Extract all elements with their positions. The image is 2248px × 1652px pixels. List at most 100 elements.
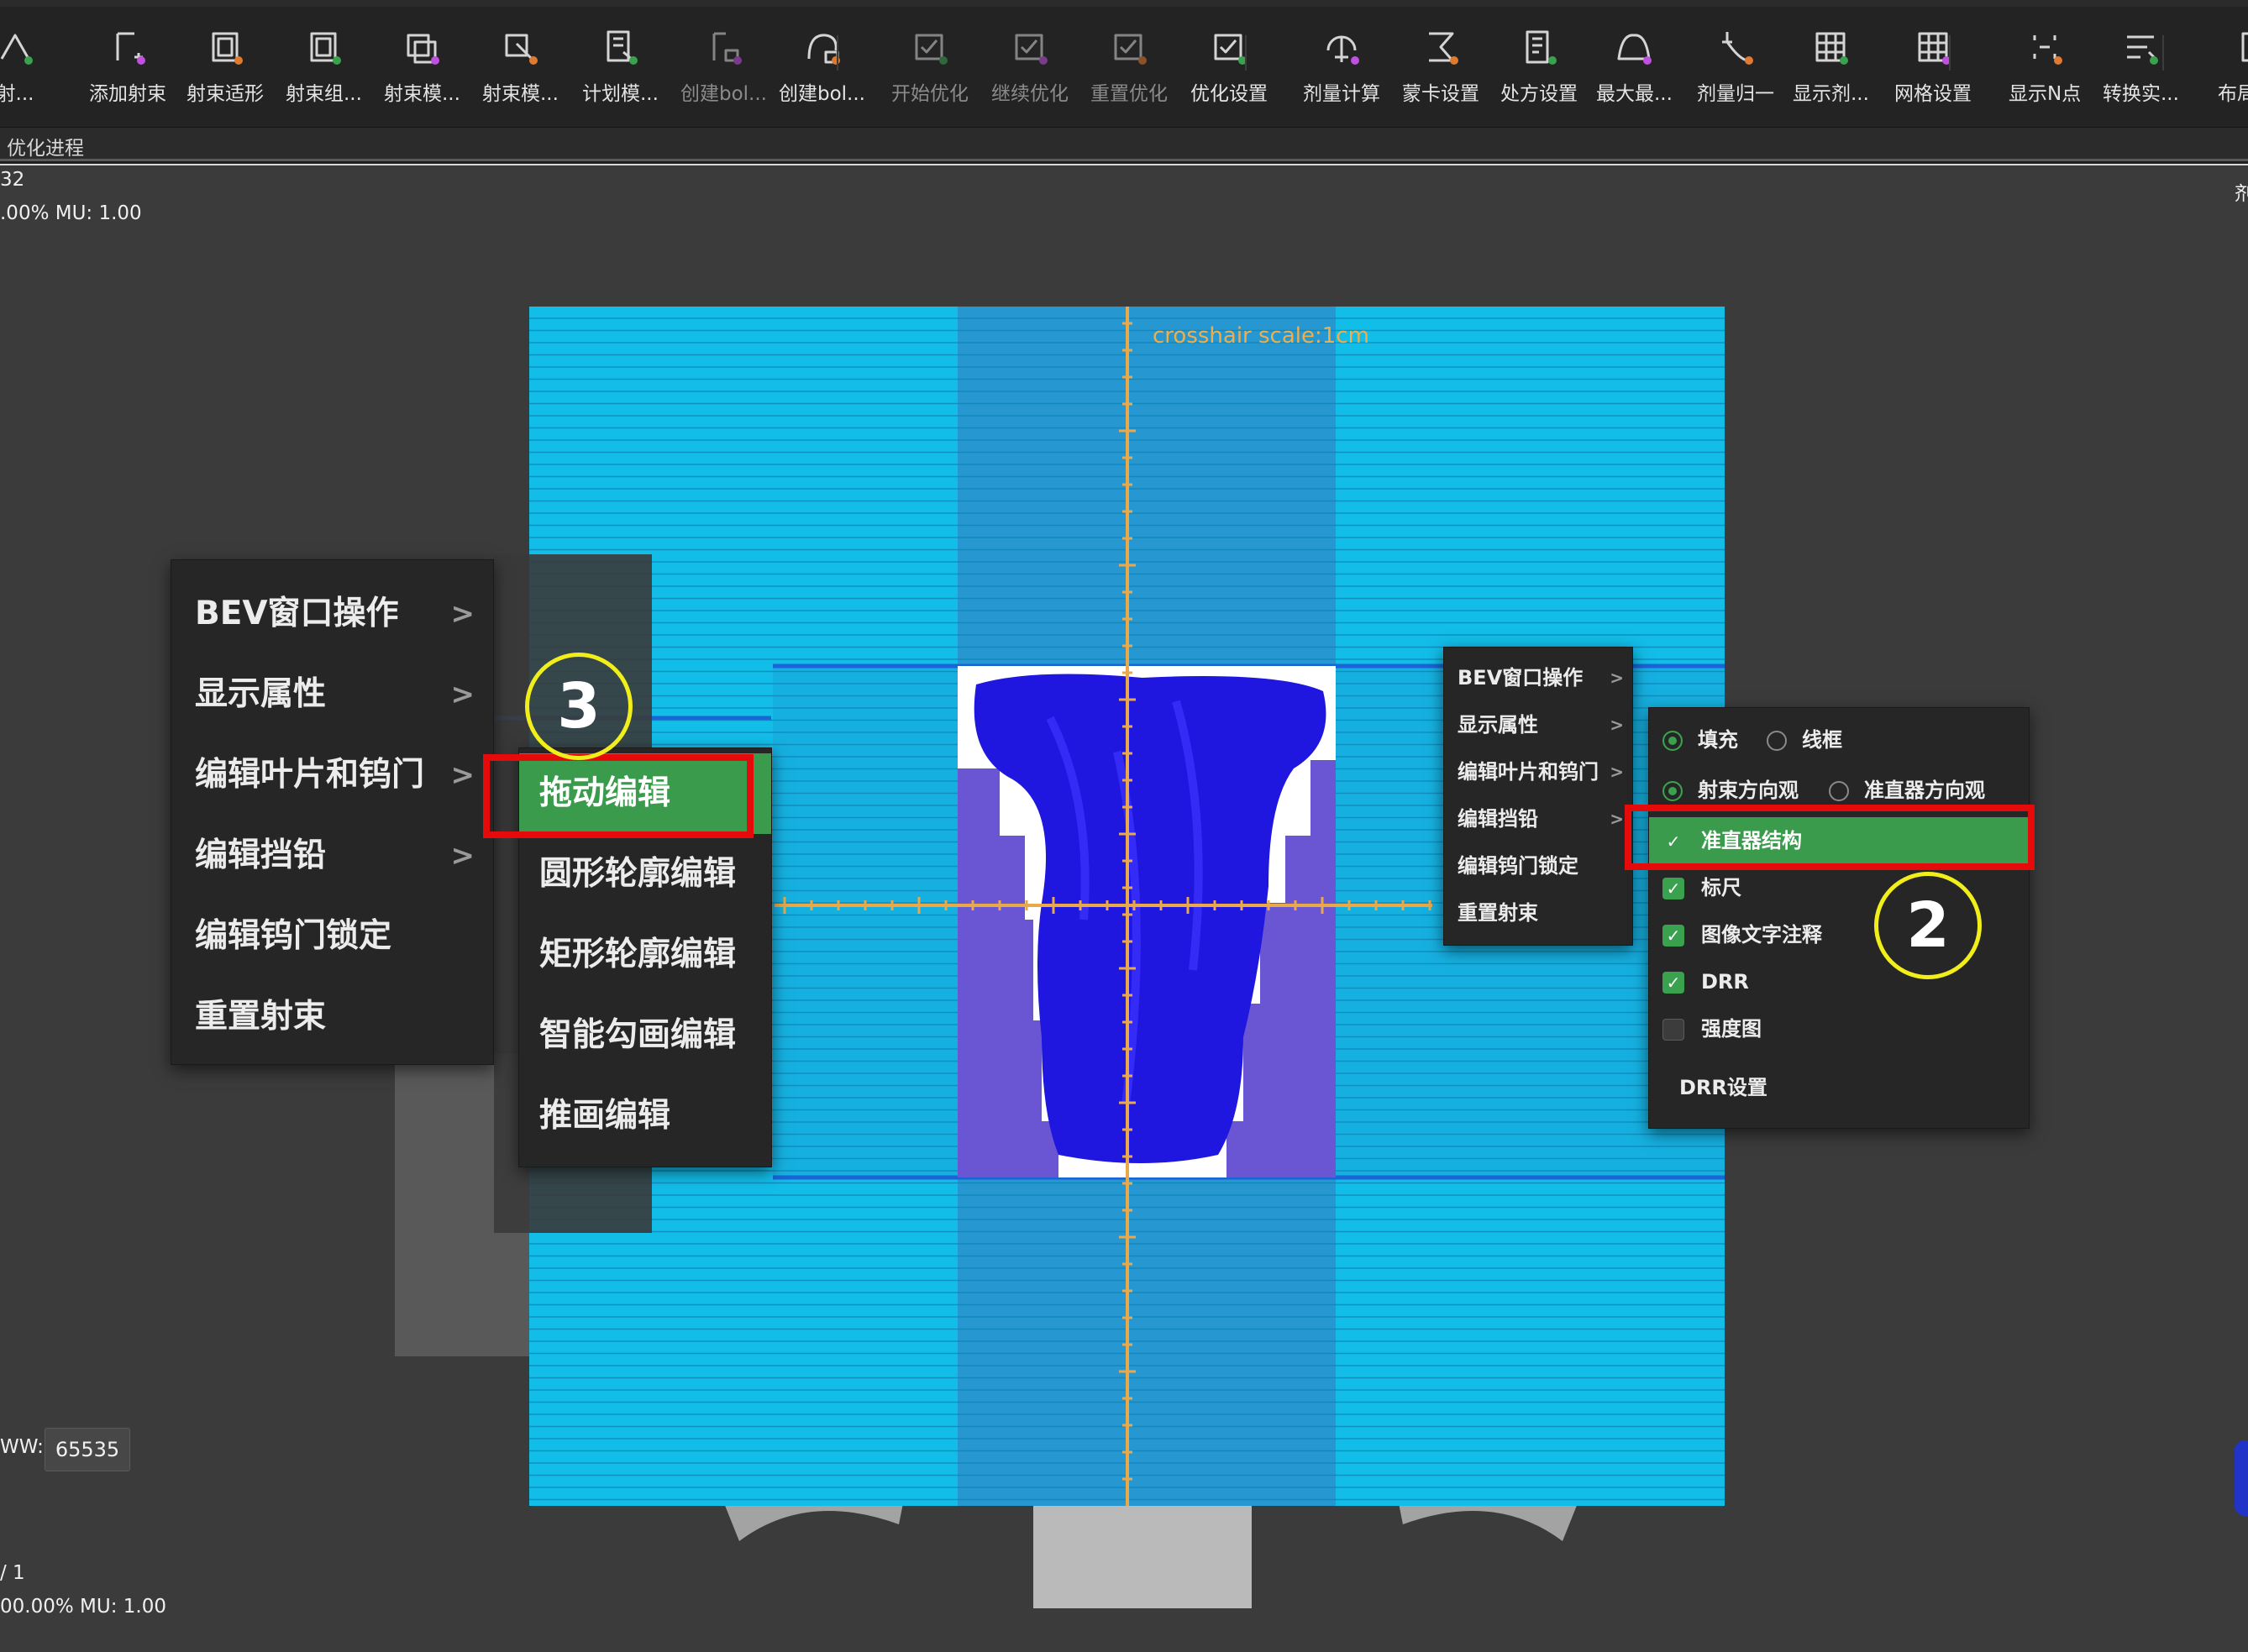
toolbar-button-plan-template[interactable]: 计划模... [582, 25, 659, 118]
beam-icon [0, 34, 33, 65]
toolbar-button-beam-template-edit[interactable]: 射束模... [482, 25, 559, 118]
toolbar-button-show-n-point[interactable]: 显示N点 [2009, 25, 2081, 118]
menu-item-label: 编辑叶片和钨门 [1458, 760, 1599, 784]
tab-optimize-progress[interactable]: 优化进程 [7, 132, 84, 160]
menu-item-edit-block[interactable]: 编辑挡铅 > [1444, 795, 1632, 842]
menu-item-reset-beam[interactable]: 重置射束 [171, 977, 493, 1057]
toolbar-separator [1245, 35, 1247, 71]
toolbar-button-label: 处方设置 [1500, 83, 1578, 105]
toolbar-button-layout[interactable]: 布局管理 [2218, 25, 2248, 118]
continue-optimize-icon [1015, 34, 1048, 65]
menu-item-edit-jaw-lock[interactable]: 编辑钨门锁定 [171, 896, 493, 977]
menu-item-label: 显示属性 [1458, 713, 1538, 737]
option-drr[interactable]: ✓ DRR [1649, 958, 2029, 1005]
context-menu-small: BEV窗口操作 > 显示属性 > 编辑叶片和钨门 > 编辑挡铅 > 编辑钨门锁定 重置射… [1443, 647, 1633, 946]
ww-label: WW: [0, 1436, 44, 1458]
radio-fill-label: 填充 [1698, 728, 1738, 752]
toolbar-button-prescription-settings[interactable]: 处方设置 [1500, 25, 1578, 118]
toolbar-button-optimize-settings[interactable]: 优化设置 [1190, 25, 1268, 118]
annotation-highlight-drag-edit [483, 754, 754, 838]
toolbar-button-show-dose[interactable]: 显示剂... [1793, 25, 1869, 118]
menu-item-reset-beam[interactable]: 重置射束 [1444, 889, 1632, 936]
viewport-info-line2: .00% MU: 1.00 [0, 202, 142, 224]
toolbar-button-label: 转换实... [2103, 83, 2179, 105]
checkbox-checked-icon[interactable]: ✓ [1662, 878, 1684, 899]
context-menu-large: BEV窗口操作 > 显示属性 > 编辑叶片和钨门 > 编辑挡铅 > 编辑钨门锁定 重置射… [171, 559, 494, 1065]
toolbar-button-label: 开始优化 [891, 83, 969, 105]
toolbar-button-add-beam[interactable]: 添加射束 [89, 25, 166, 118]
toolbar-button-grid-settings[interactable]: 网格设置 [1894, 25, 1972, 118]
viewport-info-right: 剂 [2235, 183, 2248, 205]
toolbar-button-label: 射束适形 [186, 83, 264, 105]
add-beam-icon [116, 32, 145, 65]
toolbar-button-label: 优化设置 [1190, 83, 1268, 105]
option-intensity-map[interactable]: 强度图 [1649, 1005, 2029, 1052]
menu-item-rect-edit[interactable]: 矩形轮廓编辑 [519, 915, 771, 995]
toolbar-button-beam-group[interactable]: 射束组... [286, 25, 362, 118]
radio-wireframe[interactable] [1767, 731, 1787, 751]
menu-item-edit-leaves-jaws[interactable]: 编辑叶片和钨门 > [171, 735, 493, 816]
radio-fill[interactable] [1662, 731, 1683, 751]
menu-item-smart-edit[interactable]: 智能勾画编辑 [519, 995, 771, 1076]
menu-item-circle-edit[interactable]: 圆形轮廓编辑 [519, 834, 771, 915]
menu-item-label: 推画编辑 [539, 1097, 671, 1135]
toolbar-button-start-optimize[interactable]: 开始优化 [891, 25, 969, 118]
toolbar-button-label: 添加射束 [89, 83, 166, 105]
menu-item-label: 编辑叶片和钨门 [195, 756, 425, 794]
ww-value[interactable]: 65535 [45, 1428, 130, 1471]
chevron-right-icon: > [450, 839, 475, 873]
step-callout-2: 2 [1874, 872, 1982, 979]
reset-optimize-icon [1114, 34, 1147, 65]
toolbar-button-create-bolus-shape[interactable]: 创建bol... [779, 25, 865, 118]
menu-item-bev-window[interactable]: BEV窗口操作 > [171, 574, 493, 654]
toolbar-button-reset-optimize[interactable]: 重置优化 [1090, 25, 1168, 118]
toolbar-button-label: 最大最... [1596, 83, 1673, 105]
toolbar-separator [837, 35, 838, 71]
toolbar-button-label: 创建bol... [680, 83, 767, 105]
menu-item-push-edit[interactable]: 推画编辑 [519, 1076, 771, 1156]
option-label: 强度图 [1701, 1017, 1762, 1041]
option-label: 标尺 [1701, 876, 1741, 899]
toolbar-button-convert[interactable]: 转换实... [2103, 25, 2179, 118]
chevron-right-icon: > [450, 758, 475, 792]
beam-template-icon [407, 34, 440, 65]
toolbar-button-dose-normalize[interactable]: 剂量归一 [1697, 25, 1774, 118]
toolbar-button-max-min[interactable]: 最大最... [1596, 25, 1673, 118]
chevron-right-icon: > [1610, 809, 1624, 829]
menu-item-edit-leaves-jaws[interactable]: 编辑叶片和钨门 > [1444, 748, 1632, 795]
toolbar-button-monte-carlo-settings[interactable]: 蒙卡设置 [1402, 25, 1479, 118]
toolbar-button-beam[interactable]: 射... [0, 25, 37, 118]
plan-template-icon [607, 30, 638, 65]
checkbox-checked-icon[interactable]: ✓ [1662, 925, 1684, 947]
toolbar-button-create-bolus[interactable]: 创建bol... [680, 25, 767, 118]
orientation-figure-icon [2235, 1440, 2248, 1516]
radio-collimator-view[interactable] [1829, 781, 1849, 801]
chevron-right-icon: > [450, 597, 475, 631]
toolbar-button-label: 射束模... [384, 83, 460, 105]
toolbar-button-continue-optimize[interactable]: 继续优化 [991, 25, 1069, 118]
menu-item-label: 编辑钨门锁定 [195, 917, 392, 955]
viewport-info-bottom-line2: 00.00% MU: 1.00 [0, 1596, 166, 1618]
option-drr-settings[interactable]: DRR设置 [1649, 1064, 2029, 1111]
menu-item-bev-window[interactable]: BEV窗口操作 > [1444, 654, 1632, 701]
option-label: 图像文字注释 [1701, 923, 1822, 947]
menu-item-label: 编辑挡铅 [195, 836, 327, 874]
show-dose-icon [1815, 32, 1849, 65]
dose-calc-icon [1326, 35, 1359, 65]
toolbar-button-label: 蒙卡设置 [1402, 83, 1479, 105]
radio-beam-view[interactable] [1662, 781, 1683, 801]
menu-item-display-props[interactable]: 显示属性 > [171, 654, 493, 735]
toolbar-button-beam-template[interactable]: 射束模... [384, 25, 460, 118]
option-label: DRR设置 [1679, 1076, 1767, 1099]
checkbox-unchecked-icon[interactable] [1662, 1019, 1684, 1041]
option-label: DRR [1701, 970, 1749, 994]
toolbar-button-beam-conform[interactable]: 射束适形 [186, 25, 264, 118]
checkbox-checked-icon[interactable]: ✓ [1662, 972, 1684, 994]
toolbar-button-label: 显示剂... [1793, 83, 1869, 105]
menu-item-edit-block[interactable]: 编辑挡铅 > [171, 816, 493, 896]
menu-item-label: BEV窗口操作 [195, 595, 399, 632]
menu-item-edit-jaw-lock[interactable]: 编辑钨门锁定 [1444, 842, 1632, 889]
toolbar-button-dose-calc[interactable]: 剂量计算 [1303, 25, 1380, 118]
toolbar-button-label: 剂量计算 [1303, 83, 1380, 105]
menu-item-display-props[interactable]: 显示属性 > [1444, 701, 1632, 748]
